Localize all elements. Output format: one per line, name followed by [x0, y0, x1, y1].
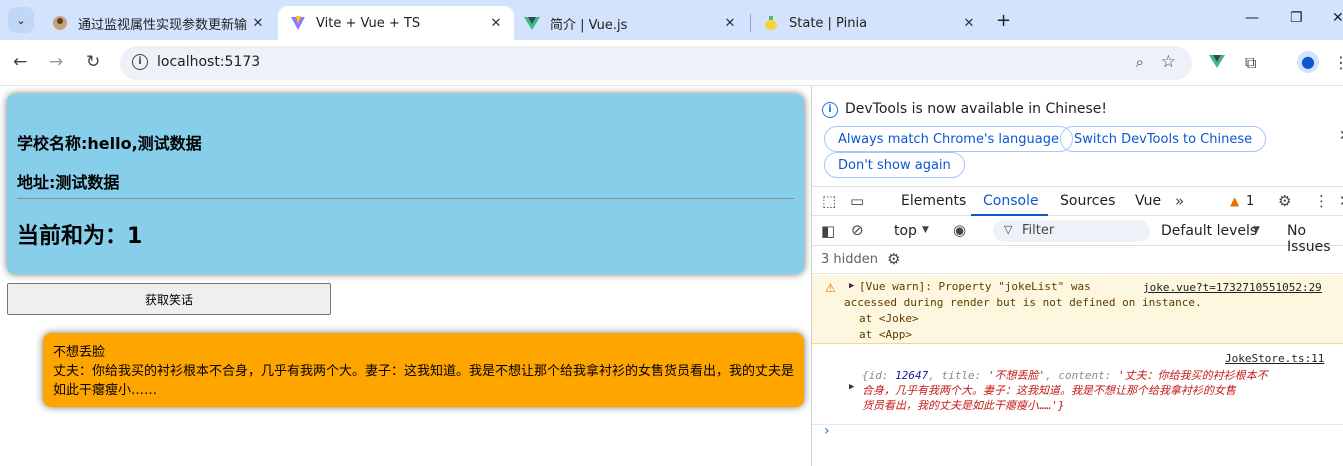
expand-arrow-icon[interactable]: ▶ [849, 382, 854, 392]
log-source-link[interactable]: JokeStore.ts:11 [1225, 352, 1324, 365]
more-tabs-icon[interactable]: » [1175, 192, 1184, 210]
avatar-favicon-icon [52, 15, 68, 31]
site-info-icon[interactable]: i [132, 54, 148, 70]
tab-vue-intro[interactable]: 简介 | Vue.js ✕ [512, 6, 748, 40]
minimize-icon[interactable]: — [1245, 10, 1259, 26]
warning-line: at <Joke> [859, 312, 919, 325]
pinia-logo-icon [763, 15, 779, 31]
tab-title: 通过监视属性实现参数更新输出 [78, 17, 248, 33]
match-language-button[interactable]: Always match Chrome's language [824, 126, 1073, 152]
tab-sources[interactable]: Sources [1060, 193, 1115, 209]
warning-line: accessed during render but is not define… [844, 296, 1202, 309]
close-window-icon[interactable]: ✕ [1332, 10, 1343, 26]
school-card: 学校名称:hello,测试数据 地址:测试数据 当前和为：1 [7, 94, 804, 274]
more-menu-icon[interactable]: ⋮ [1333, 53, 1343, 72]
switch-to-chinese-button[interactable]: Switch DevTools to Chinese [1060, 126, 1267, 152]
divider [17, 198, 794, 199]
warning-source-link[interactable]: joke.vue?t=1732710551052:29 [1143, 281, 1322, 294]
inspect-element-icon[interactable]: ⬚ [822, 192, 836, 210]
page-viewport: 学校名称:hello,测试数据 地址:测试数据 当前和为：1 获取笑话 不想丢脸… [0, 86, 811, 466]
info-icon: i [822, 102, 838, 118]
browser-toolbar: ← → ↻ i localhost:5173 ⌕ ☆ ⧉ ● ⋮ [0, 40, 1343, 86]
vue-logo-icon [524, 15, 540, 31]
get-joke-button[interactable]: 获取笑话 [7, 283, 331, 315]
joke-title: 不想丢脸 [53, 345, 106, 360]
log-object-line: 货员看出，我的丈夫是如此干瘪瘦小……'} [862, 399, 1065, 412]
warning-icon[interactable]: ▲ [1230, 194, 1239, 208]
tab-strip: ⌄ 通过监视属性实现参数更新输出 ✕ Vite + Vue + TS ✕ 简介 … [0, 0, 1343, 40]
infobar-message: DevTools is now available in Chinese! [845, 101, 1107, 117]
tab-title: 简介 | Vue.js [550, 17, 628, 33]
joke-card: 不想丢脸 丈夫：你给我买的衬衫根本不合身，几乎有我两个大。妻子：这我知道。我是不… [43, 333, 804, 407]
tab-title: State | Pinia [789, 15, 868, 31]
school-name: 学校名称:hello,测试数据 [17, 134, 202, 153]
console-settings-gear-icon[interactable]: ⚙ [887, 250, 900, 268]
live-expression-eye-icon[interactable]: ◉ [953, 221, 966, 239]
tab-elements[interactable]: Elements [901, 193, 966, 209]
extensions-puzzle-icon[interactable]: ⧉ [1245, 53, 1256, 73]
tab-watch-props[interactable]: 通过监视属性实现参数更新输出 ✕ [40, 6, 276, 40]
filter-input[interactable]: ▽ Filter [993, 220, 1150, 242]
clear-console-icon[interactable]: ⊘ [851, 221, 864, 239]
log-object-line: 合身，几乎有我两个大。妻子：这我知道。我是不想让那个给我拿衬衫的女售 [862, 384, 1236, 397]
warning-icon: ⚠ [825, 281, 836, 295]
chevron-down-icon[interactable]: ▼ [922, 225, 929, 235]
vue-devtools-extension-icon[interactable] [1209, 53, 1225, 73]
close-icon[interactable]: ✕ [1339, 128, 1343, 144]
new-tab-icon[interactable]: + [996, 10, 1011, 31]
address-bar[interactable]: i localhost:5173 ⌕ ☆ [120, 46, 1192, 80]
tab-title: Vite + Vue + TS [316, 15, 421, 31]
context-select[interactable]: top [894, 223, 917, 239]
chevron-down-icon[interactable]: ▼ [1253, 225, 1260, 235]
sum-heading: 当前和为：1 [17, 224, 143, 249]
expand-arrow-icon[interactable]: ▶ [849, 281, 854, 291]
joke-content: 丈夫：你给我买的衬衫根本不合身，几乎有我两个大。妻子：这我知道。我是不想让那个给… [53, 364, 795, 398]
sidebar-toggle-icon[interactable]: ◧ [821, 222, 835, 240]
close-icon[interactable]: ✕ [248, 16, 268, 31]
restore-icon[interactable]: ❐ [1290, 10, 1303, 26]
warning-line: at <App> [859, 328, 912, 341]
devtools-panel: i DevTools is now available in Chinese! … [811, 86, 1343, 466]
console-prompt[interactable]: › [824, 423, 830, 439]
back-icon[interactable]: ← [13, 52, 27, 72]
console-log-entry: JokeStore.ts:11 {id: 12647, title: '不想丢脸… [812, 345, 1343, 425]
close-icon[interactable]: ✕ [720, 16, 740, 31]
issue-count[interactable]: 1 [1246, 194, 1254, 209]
profile-avatar-icon[interactable]: ● [1297, 51, 1319, 73]
school-address: 地址:测试数据 [17, 173, 120, 192]
device-toolbar-icon[interactable]: ▭ [850, 192, 864, 210]
tab-pinia-state[interactable]: State | Pinia ✕ [751, 6, 987, 40]
hidden-count: 3 hidden [821, 252, 878, 267]
tab-vue[interactable]: Vue [1135, 193, 1161, 209]
filter-icon: ▽ [1004, 223, 1013, 236]
url-text[interactable]: localhost:5173 [157, 54, 260, 70]
vite-logo-icon [290, 15, 306, 31]
close-icon[interactable]: ✕ [959, 16, 979, 31]
devtools-tabbar: ⬚ ▭ Elements Console Sources Vue » ▲ 1 ⚙… [812, 186, 1343, 216]
tab-search-button[interactable]: ⌄ [8, 7, 34, 33]
dont-show-again-button[interactable]: Don't show again [824, 152, 965, 178]
log-levels-select[interactable]: Default levels [1161, 223, 1257, 239]
log-object-line: {id: 12647, title: '不想丢脸', content: '丈夫：… [862, 369, 1268, 382]
settings-gear-icon[interactable]: ⚙ [1278, 192, 1291, 210]
more-menu-icon[interactable]: ⋮ [1314, 192, 1329, 210]
console-warning-entry: ⚠ ▶ [Vue warn]: Property "jokeList" was … [812, 275, 1343, 344]
language-infobar: i DevTools is now available in Chinese! … [812, 86, 1343, 186]
hidden-messages-row: 3 hidden ⚙ [812, 246, 1343, 274]
warning-line: [Vue warn]: Property "jokeList" was [859, 280, 1091, 293]
reload-icon[interactable]: ↻ [86, 52, 100, 72]
tab-vite-vue[interactable]: Vite + Vue + TS ✕ [278, 6, 514, 40]
close-icon[interactable]: ✕ [486, 16, 506, 31]
zoom-icon[interactable]: ⌕ [1136, 53, 1144, 71]
bookmark-star-icon[interactable]: ☆ [1161, 52, 1176, 72]
console-toolbar: ◧ ⊘ top ▼ ◉ ▽ Filter Default levels ▼ No… [812, 216, 1343, 255]
tab-console[interactable]: Console [983, 193, 1039, 209]
filter-placeholder: Filter [1022, 223, 1055, 238]
close-devtools-icon[interactable]: ✕ [1339, 192, 1343, 210]
forward-icon[interactable]: → [49, 52, 63, 72]
chevron-down-icon: ⌄ [16, 13, 26, 27]
